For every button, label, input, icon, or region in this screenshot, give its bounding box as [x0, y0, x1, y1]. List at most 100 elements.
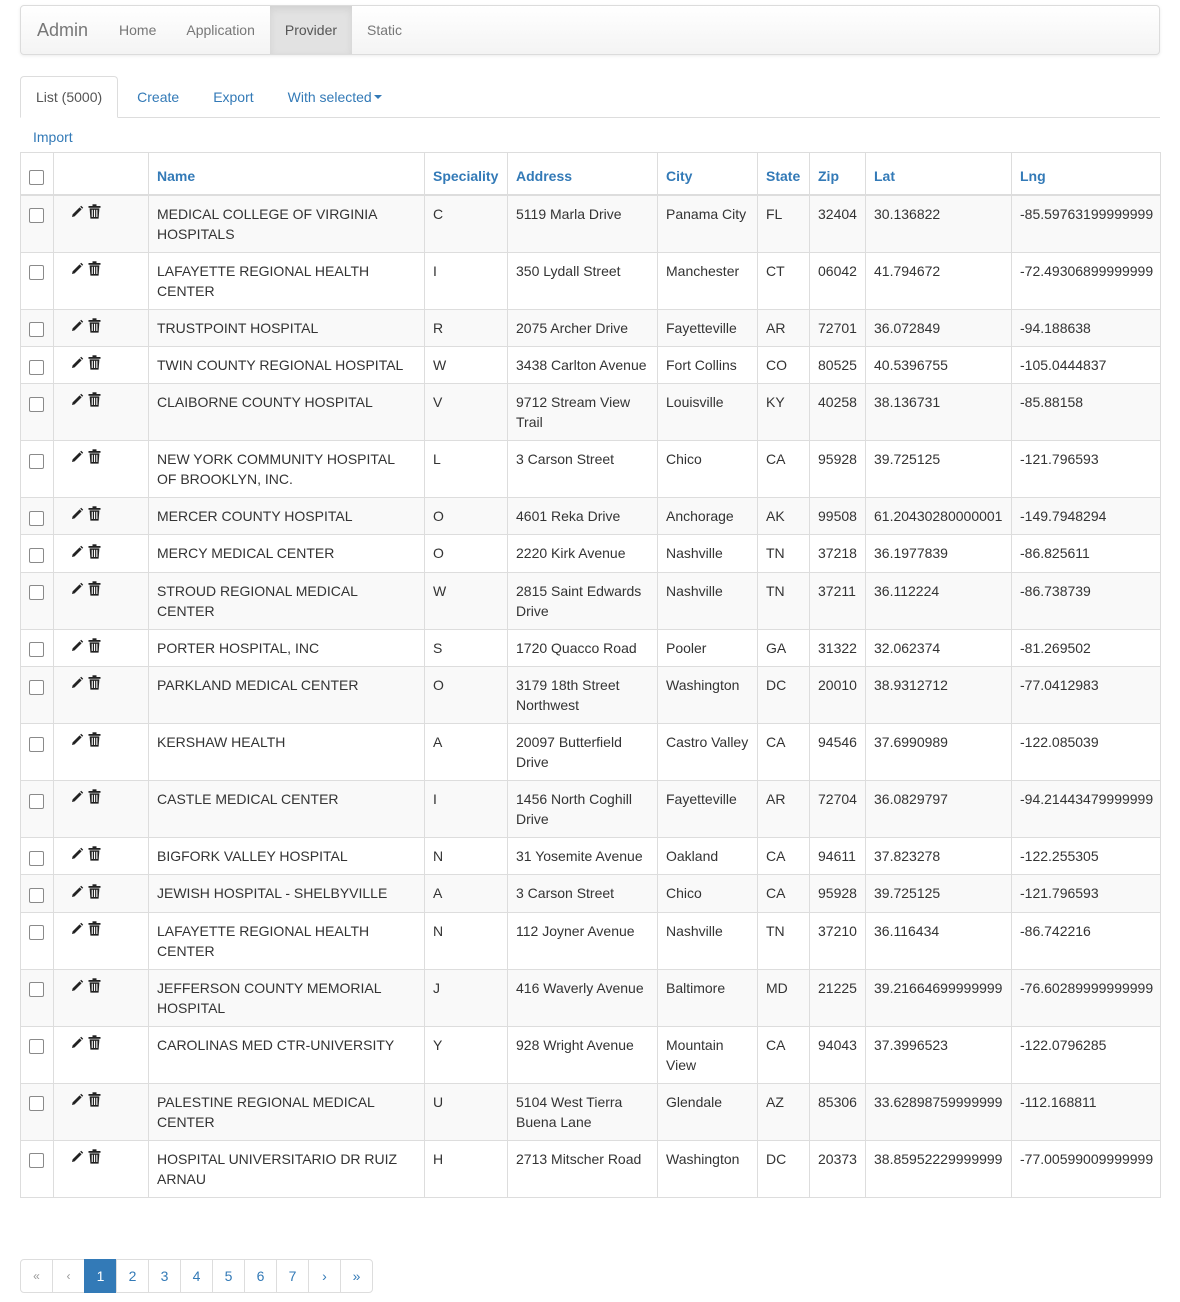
pencil-icon[interactable]: [70, 1149, 84, 1169]
tab-create[interactable]: Create: [122, 76, 194, 118]
header-zip[interactable]: Zip: [809, 152, 866, 196]
pencil-icon[interactable]: [70, 675, 84, 695]
page-1[interactable]: 1: [84, 1259, 117, 1293]
pencil-icon[interactable]: [70, 544, 84, 564]
pencil-icon[interactable]: [70, 978, 84, 998]
trash-icon[interactable]: [88, 675, 101, 695]
pencil-icon[interactable]: [70, 581, 84, 601]
row-checkbox[interactable]: [29, 925, 44, 941]
row-checkbox[interactable]: [29, 208, 44, 224]
table-row[interactable]: MERCER COUNTY HOSPITAL O 4601 Reka Drive An…: [20, 497, 1161, 536]
trash-icon[interactable]: [88, 732, 101, 752]
table-row[interactable]: NEW YORK COMMUNITY HOSPITAL OF BROOKLYN,…: [20, 440, 1161, 499]
trash-icon[interactable]: [88, 449, 101, 469]
trash-icon[interactable]: [88, 318, 101, 338]
header-speciality[interactable]: Speciality: [424, 152, 508, 196]
table-row[interactable]: JEFFERSON COUNTY MEMORIAL HOSPITAL J 416 W…: [20, 968, 1161, 1027]
trash-icon[interactable]: [88, 846, 101, 866]
row-checkbox[interactable]: [29, 453, 44, 469]
pencil-icon[interactable]: [70, 732, 84, 752]
import-link[interactable]: Import: [33, 129, 73, 145]
trash-icon[interactable]: [88, 789, 101, 809]
with-selected-dropdown[interactable]: With selected: [273, 76, 397, 118]
table-row[interactable]: PORTER HOSPITAL, INC S 1720 Quacco Road Poo…: [20, 628, 1161, 667]
pencil-icon[interactable]: [70, 921, 84, 941]
trash-icon[interactable]: [88, 1092, 101, 1112]
select-all-checkbox[interactable]: [29, 170, 44, 186]
trash-icon[interactable]: [88, 638, 101, 658]
pencil-icon[interactable]: [70, 204, 84, 224]
trash-icon[interactable]: [88, 261, 101, 281]
row-checkbox[interactable]: [29, 642, 44, 658]
page-prev[interactable]: ‹: [52, 1259, 85, 1293]
row-checkbox[interactable]: [29, 1039, 44, 1055]
header-lng[interactable]: Lng: [1011, 152, 1161, 196]
page-5[interactable]: 5: [212, 1259, 245, 1293]
page-next[interactable]: ›: [308, 1259, 341, 1293]
nav-provider[interactable]: Provider: [269, 6, 353, 54]
trash-icon[interactable]: [88, 883, 101, 904]
pencil-icon[interactable]: [70, 638, 84, 658]
table-row[interactable]: PARKLAND MEDICAL CENTER O 3179 18th Street…: [20, 665, 1161, 724]
row-checkbox[interactable]: [29, 679, 44, 695]
pencil-icon[interactable]: [70, 789, 84, 809]
row-checkbox[interactable]: [29, 359, 44, 375]
pencil-icon[interactable]: [70, 846, 84, 866]
nav-static[interactable]: Static: [352, 6, 417, 54]
table-row[interactable]: LAFAYETTE REGIONAL HEALTH CENTER I 350 Lyd…: [20, 251, 1161, 310]
row-checkbox[interactable]: [29, 585, 44, 601]
table-row[interactable]: PALESTINE REGIONAL MEDICAL CENTER U 5104 W…: [20, 1082, 1161, 1141]
page-2[interactable]: 2: [116, 1259, 149, 1293]
table-row[interactable]: KERSHAW HEALTH A 20097 Butterfield Drive Ca…: [20, 722, 1161, 781]
trash-icon[interactable]: [88, 1035, 101, 1055]
row-checkbox[interactable]: [29, 793, 44, 809]
table-row[interactable]: JEWISH HOSPITAL - SHELBYVILLE A 3 Carson S…: [20, 874, 1161, 913]
tab-export[interactable]: Export: [198, 76, 268, 118]
header-name[interactable]: Name: [148, 152, 425, 196]
table-row[interactable]: STROUD REGIONAL MEDICAL CENTER W 2815 Sain…: [20, 571, 1161, 630]
header-address[interactable]: Address: [507, 152, 658, 196]
nav-home[interactable]: Home: [104, 6, 171, 54]
row-checkbox[interactable]: [29, 322, 44, 338]
pencil-icon[interactable]: [70, 261, 84, 281]
row-checkbox[interactable]: [29, 850, 44, 866]
trash-icon[interactable]: [88, 392, 101, 412]
pencil-icon[interactable]: [70, 506, 84, 526]
nav-application[interactable]: Application: [171, 6, 270, 54]
pencil-icon[interactable]: [70, 449, 84, 469]
row-checkbox[interactable]: [29, 1153, 44, 1169]
trash-icon[interactable]: [88, 921, 101, 941]
row-checkbox[interactable]: [29, 888, 44, 904]
navbar-brand[interactable]: Admin: [21, 6, 104, 54]
table-row[interactable]: MERCY MEDICAL CENTER O 2220 Kirk Avenue Nas…: [20, 534, 1161, 573]
row-checkbox[interactable]: [29, 1096, 44, 1112]
table-row[interactable]: CAROLINAS MED CTR-UNIVERSITY Y 928 Wright …: [20, 1025, 1161, 1084]
pencil-icon[interactable]: [70, 1035, 84, 1055]
tab-list[interactable]: List (5000): [20, 76, 119, 118]
pencil-icon[interactable]: [70, 1092, 84, 1112]
table-row[interactable]: HOSPITAL UNIVERSITARIO DR RUIZ ARNAU H 271…: [20, 1139, 1161, 1198]
row-checkbox[interactable]: [29, 396, 44, 412]
pencil-icon[interactable]: [70, 884, 84, 904]
table-row[interactable]: CLAIBORNE COUNTY HOSPITAL V 9712 Stream Vi…: [20, 383, 1161, 442]
table-row[interactable]: LAFAYETTE REGIONAL HEALTH CENTER N 112 Joy…: [20, 911, 1161, 970]
pencil-icon[interactable]: [70, 355, 84, 375]
trash-icon[interactable]: [88, 355, 101, 375]
page-4[interactable]: 4: [180, 1259, 213, 1293]
table-row[interactable]: TRUSTPOINT HOSPITAL R 2075 Archer Drive Fay…: [20, 308, 1161, 347]
trash-icon[interactable]: [88, 978, 101, 998]
page-7[interactable]: 7: [276, 1259, 309, 1293]
table-row[interactable]: MEDICAL COLLEGE OF VIRGINIA HOSPITALS C 51…: [20, 194, 1161, 253]
page-3[interactable]: 3: [148, 1259, 181, 1293]
header-lat[interactable]: Lat: [865, 152, 1012, 196]
page-last[interactable]: »: [340, 1259, 373, 1293]
row-checkbox[interactable]: [29, 510, 44, 526]
trash-icon[interactable]: [88, 581, 101, 601]
row-checkbox[interactable]: [29, 736, 44, 752]
pencil-icon[interactable]: [70, 318, 84, 338]
table-row[interactable]: TWIN COUNTY REGIONAL HOSPITAL W 3438 Carlt…: [20, 345, 1161, 385]
row-checkbox[interactable]: [29, 265, 44, 281]
trash-icon[interactable]: [88, 506, 101, 526]
header-state[interactable]: State: [757, 152, 810, 196]
row-checkbox[interactable]: [29, 548, 44, 564]
